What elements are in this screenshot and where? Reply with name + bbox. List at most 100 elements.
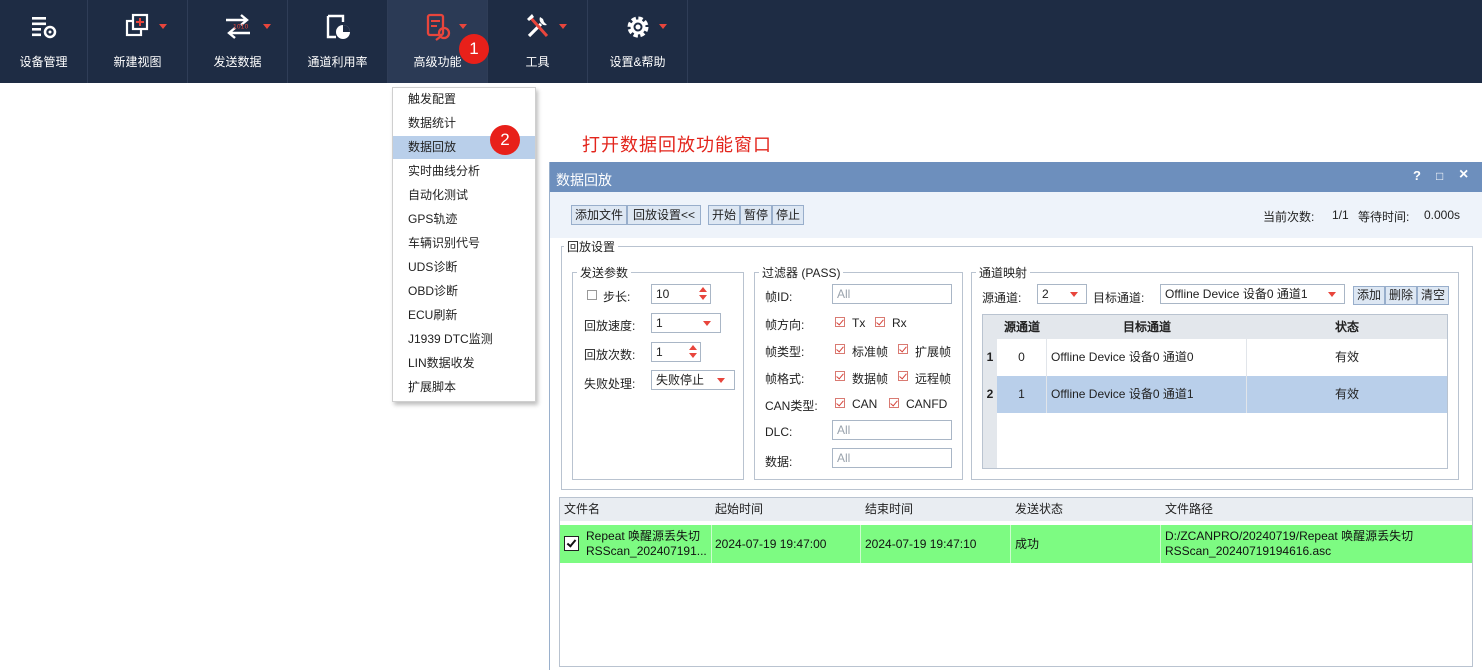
wait-value: 0.000s	[1424, 208, 1461, 222]
column-header-start-time: 起始时间	[715, 498, 764, 521]
extended-frame-label: 扩展帧	[915, 345, 952, 359]
data-frame-checkbox[interactable]	[835, 371, 845, 381]
menu-item-gps-track[interactable]: GPS轨迹	[393, 208, 535, 231]
toolbar-label: 通道利用率	[307, 55, 368, 69]
menu-item-extension-script[interactable]: 扩展脚本	[393, 376, 535, 399]
rx-checkbox[interactable]	[875, 317, 885, 327]
tx-checkbox[interactable]	[835, 317, 845, 327]
svg-text:1010: 1010	[233, 24, 248, 31]
spin-up-icon[interactable]	[699, 287, 707, 292]
menu-item-vin[interactable]: 车辆识别代号	[393, 232, 535, 255]
extended-frame-checkbox[interactable]	[898, 344, 908, 354]
step-checkbox[interactable]	[587, 290, 597, 300]
playback-settings-button[interactable]: 回放设置<<	[627, 205, 701, 225]
step-badge-2: 2	[490, 125, 520, 155]
row-index: 2	[983, 376, 997, 413]
canfd-checkbox[interactable]	[889, 398, 899, 408]
column-header-source: 源通道	[997, 315, 1047, 339]
file-list-table: 文件名 起始时间 结束时间 发送状态 文件路径 Repeat 唤醒源丢失切 RS…	[559, 497, 1473, 667]
menu-item-obd-diagnosis[interactable]: OBD诊断	[393, 280, 535, 303]
menu-item-ecu-flash[interactable]: ECU刷新	[393, 304, 535, 327]
frame-id-label: 帧ID:	[765, 290, 793, 304]
chevron-down-icon[interactable]	[703, 321, 711, 326]
dlc-input[interactable]: All	[832, 420, 952, 440]
add-file-button[interactable]: 添加文件	[571, 205, 627, 225]
source-channel-label: 源通道:	[982, 291, 1022, 305]
target-channel-select[interactable]: Offline Device 设备0 通道1	[1160, 284, 1345, 304]
add-mapping-button[interactable]: 添加	[1353, 286, 1385, 305]
count-value: 1/1	[1332, 208, 1349, 222]
speed-label: 回放速度:	[584, 319, 636, 333]
remote-frame-checkbox[interactable]	[898, 371, 908, 381]
count-label: 当前次数:	[1263, 210, 1315, 224]
clear-mapping-button[interactable]: 清空	[1417, 286, 1449, 305]
chevron-down-icon	[459, 24, 467, 29]
toolbar-label: 新建视图	[113, 55, 162, 69]
spin-down-icon[interactable]	[689, 353, 697, 358]
column-header-send-status: 发送状态	[1015, 498, 1064, 521]
rx-label: Rx	[892, 316, 907, 330]
send-data-icon: 1010	[225, 14, 250, 39]
column-header-file-path: 文件路径	[1165, 498, 1214, 521]
remote-frame-label: 远程帧	[915, 372, 952, 386]
toolbar-label: 设置&帮助	[609, 55, 666, 69]
can-checkbox[interactable]	[835, 398, 845, 408]
spin-down-icon[interactable]	[699, 295, 707, 300]
canfd-label: CANFD	[906, 397, 948, 411]
target-channel-label: 目标通道:	[1093, 291, 1145, 305]
tx-label: Tx	[852, 316, 866, 330]
chevron-down-icon[interactable]	[717, 378, 725, 383]
frame-type-label: 帧类型:	[765, 345, 805, 359]
toolbar-label: 工具	[525, 55, 550, 69]
file-path-line2: RSScan_20240719194616.asc	[1165, 544, 1332, 558]
chevron-down-icon[interactable]	[1328, 292, 1336, 297]
send-params-title: 发送参数	[577, 264, 632, 281]
start-time-cell: 2024-07-19 19:47:00	[715, 537, 827, 551]
row-source: 1	[997, 376, 1047, 413]
times-label: 回放次数:	[584, 348, 636, 362]
window-action-bar: 添加文件 回放设置<< 开始 暂停 停止 当前次数: 1/1 等待时间: 0.0…	[550, 192, 1482, 238]
toolbar-new-view[interactable]: 新建视图	[88, 0, 188, 83]
menu-item-lin-data[interactable]: LIN数据收发	[393, 352, 535, 375]
send-status-cell: 成功	[1015, 537, 1040, 551]
annotation-text: 打开数据回放功能窗口	[582, 135, 772, 155]
menu-item-realtime-curve[interactable]: 实时曲线分析	[393, 160, 535, 183]
menu-item-automation-test[interactable]: 自动化测试	[393, 184, 535, 207]
new-view-icon	[125, 13, 148, 37]
source-channel-select[interactable]: 2	[1037, 284, 1087, 304]
file-checkbox[interactable]	[564, 536, 579, 551]
frame-id-input[interactable]: All	[832, 284, 952, 304]
wait-label: 等待时间:	[1358, 210, 1410, 224]
help-icon[interactable]: ?	[1413, 168, 1421, 183]
data-input[interactable]: All	[832, 448, 952, 468]
toolbar-device-management[interactable]: 设备管理	[0, 0, 88, 83]
stop-button[interactable]: 停止	[772, 205, 804, 225]
menu-item-trigger-config[interactable]: 触发配置	[393, 88, 535, 111]
toolbar-settings-help[interactable]: 设置&帮助	[588, 0, 688, 83]
chevron-down-icon	[263, 24, 271, 29]
chevron-down-icon[interactable]	[1070, 292, 1078, 297]
advanced-functions-icon	[426, 13, 450, 41]
close-icon[interactable]: ×	[1459, 166, 1468, 184]
menu-item-j1939-dtc[interactable]: J1939 DTC监测	[393, 328, 535, 351]
standard-frame-checkbox[interactable]	[835, 344, 845, 354]
dlc-label: DLC:	[765, 425, 793, 439]
toolbar-channel-usage[interactable]: 通道利用率	[288, 0, 388, 83]
maximize-icon[interactable]: □	[1436, 169, 1443, 183]
toolbar-send-data[interactable]: 1010 发送数据	[188, 0, 288, 83]
column-header-end-time: 结束时间	[865, 498, 914, 521]
chevron-down-icon	[159, 24, 167, 29]
data-frame-label: 数据帧	[852, 372, 889, 386]
toolbar-tools[interactable]: 工具	[488, 0, 588, 83]
end-time-cell: 2024-07-19 19:47:10	[865, 537, 977, 551]
spin-up-icon[interactable]	[689, 345, 697, 350]
table-row[interactable]: Repeat 唤醒源丢失切 RSScan_202407191... 2024-0…	[560, 525, 1472, 563]
pause-button[interactable]: 暂停	[740, 205, 772, 225]
delete-mapping-button[interactable]: 删除	[1385, 286, 1417, 305]
data-playback-window: 数据回放 ? □ × 添加文件 回放设置<< 开始 暂停 停止 当前次数: 1/…	[549, 162, 1482, 670]
window-title: 数据回放	[556, 172, 612, 188]
channel-mapping-title: 通道映射	[976, 264, 1031, 281]
start-button[interactable]: 开始	[708, 205, 740, 225]
menu-item-uds-diagnosis[interactable]: UDS诊断	[393, 256, 535, 279]
file-path-line1: D:/ZCANPRO/20240719/Repeat 唤醒源丢失切	[1165, 529, 1414, 543]
